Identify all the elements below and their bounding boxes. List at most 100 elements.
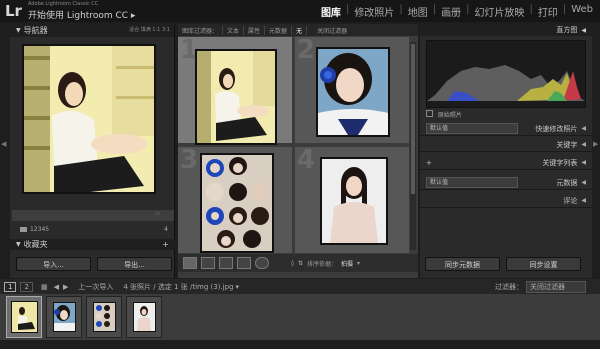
add-collection-icon[interactable]: + (162, 238, 175, 251)
collapse-triangle-icon: ◀ (581, 197, 586, 204)
metadata-row[interactable]: 默认值 元数据 ◀ (420, 176, 592, 190)
photo-thumbnail (93, 302, 116, 332)
module-map[interactable]: 地图 (403, 4, 433, 19)
histogram-label: 直方图 (556, 26, 578, 34)
collapse-triangle-icon: ▼ (16, 27, 21, 34)
module-develop[interactable]: 修改照片 (349, 4, 399, 19)
left-panel-toggle-icon[interactable]: ◀ (1, 140, 7, 150)
filmstrip-filter-label: 过滤器： (495, 282, 523, 291)
navigator-preview[interactable] (22, 44, 156, 194)
comments-row[interactable]: 评论 ◀ (420, 194, 592, 208)
comments-label: 评论 (563, 196, 578, 205)
collections-header[interactable]: ▼ 收藏夹 + (10, 239, 175, 250)
photo-thumbnail (11, 301, 38, 333)
metadata-preset-select[interactable]: 默认值 (426, 177, 518, 188)
identity-plate-arrow-icon: ▸ (130, 11, 136, 21)
add-keyword-icon[interactable]: + (426, 159, 432, 167)
original-photo-checkbox[interactable] (426, 110, 433, 117)
keywording-row[interactable]: 关键字 ◀ (420, 138, 592, 152)
sync-settings-button[interactable]: 同步设置 (506, 257, 581, 271)
toolbar-menu-icon[interactable]: ▾ (357, 260, 360, 267)
collections-label: 收藏夹 (23, 240, 48, 249)
back-arrow-icon[interactable]: ◀ (54, 283, 59, 291)
photo-thumbnail[interactable] (195, 49, 277, 145)
metadata-label: 元数据 (556, 178, 578, 187)
filmstrip-thumb-3[interactable] (86, 296, 122, 338)
app-subtitle: Adobe Lightroom Classic CC (28, 1, 99, 7)
filmstrip-filename: timg (3).jpg (192, 282, 234, 291)
grid-cell-3[interactable]: 3 (178, 145, 292, 253)
thumbnail-grid: 1 2 3 4 (178, 35, 414, 253)
filter-preset-select[interactable]: 关闭过滤器 (313, 26, 351, 35)
sort-label: 排序依据： (307, 260, 338, 268)
filmstrip-count: 4 张照片 / 选定 1 张 / (123, 282, 193, 291)
quick-develop-preset-select[interactable]: 默认值 (426, 123, 518, 134)
photo-thumbnail[interactable] (316, 47, 390, 137)
identity-plate-title[interactable]: 开始使用 Lightroom CC ▸ (28, 8, 135, 21)
filmstrip-filter-select[interactable]: 关闭过滤器 (526, 280, 586, 293)
collapse-triangle-icon: ◀ (581, 179, 586, 186)
sort-direction-icon[interactable]: ⇅ (298, 260, 303, 267)
painter-icon[interactable]: ◊ (291, 260, 294, 267)
grid-scrollbar[interactable] (410, 42, 416, 250)
module-slideshow[interactable]: 幻灯片放映 (469, 4, 529, 19)
quick-develop-row[interactable]: 默认值 快速修改照片 ◀ (420, 122, 592, 136)
grid-cell-1[interactable]: 1 (178, 35, 292, 145)
original-photo-row[interactable]: 原始照片 (426, 110, 586, 120)
module-book[interactable]: 画册 (436, 4, 466, 19)
compare-view-icon[interactable] (219, 257, 233, 269)
people-view-icon[interactable] (255, 257, 269, 269)
collapse-triangle-icon: ◀ (581, 125, 586, 132)
grid-cell-4[interactable]: 4 (295, 145, 409, 253)
histogram-header[interactable]: 直方图 ◀ (420, 24, 592, 36)
filename-dropdown-icon[interactable]: ▾ (235, 283, 239, 291)
photo-thumbnail[interactable] (320, 157, 388, 245)
filmstrip-header: 1 2 ▦ ◀ ▶ 上一次导入 4 张照片 / 选定 1 张 / timg (3… (0, 279, 600, 294)
export-button[interactable]: 导出... (97, 257, 172, 271)
loupe-view-icon[interactable] (201, 257, 215, 269)
photo-thumbnail (53, 302, 76, 332)
module-web[interactable]: Web (566, 4, 598, 19)
folder-row[interactable]: 12345 4 (12, 224, 174, 235)
keywording-label: 关键字 (556, 140, 578, 149)
filter-none[interactable]: 无 (292, 25, 308, 35)
module-library[interactable]: 图库 (316, 4, 346, 19)
navigator-zoom-options[interactable]: 适合 填满 1:1 3:1 (129, 24, 174, 37)
keyword-list-row[interactable]: + 关键字列表 ◀ (420, 156, 592, 170)
catalog-highlight-text (12, 212, 18, 219)
quick-develop-label: 快速修改照片 (535, 124, 578, 133)
filmstrip (0, 294, 600, 340)
filter-attribute[interactable]: 属性 (244, 25, 266, 35)
cell-index: 2 (297, 35, 316, 65)
survey-view-icon[interactable] (237, 257, 251, 269)
filmstrip-thumb-2[interactable] (46, 296, 82, 338)
folder-name: 12345 (30, 226, 50, 233)
catalog-highlight-row[interactable]: ▭ (12, 210, 174, 221)
sort-select[interactable]: 拍摄 (341, 259, 353, 268)
photo-thumbnail[interactable] (200, 153, 274, 253)
grid-toolbar: ◊ ⇅ 排序依据： 拍摄 ▾ (178, 254, 418, 272)
grid-cell-2[interactable]: 2 (295, 35, 409, 143)
import-button[interactable]: 导入... (16, 257, 91, 271)
collapse-triangle-icon: ◀ (581, 141, 586, 148)
right-panel-toggle-icon[interactable]: ▶ (593, 140, 599, 150)
filmstrip-thumb-1[interactable] (6, 296, 42, 338)
grid-mini-icon[interactable]: ▦ (41, 283, 48, 291)
cell-index: 3 (180, 145, 199, 175)
sync-metadata-button[interactable]: 同步元数据 (425, 257, 500, 271)
filmstrip-thumb-4[interactable] (126, 296, 162, 338)
filmstrip-source[interactable]: 上一次导入 (78, 282, 113, 292)
filter-metadata[interactable]: 元数据 (265, 25, 293, 35)
grid-view-icon[interactable] (183, 257, 197, 269)
page-1-button[interactable]: 1 (4, 281, 17, 292)
forward-arrow-icon[interactable]: ▶ (63, 283, 68, 291)
collapse-triangle-icon: ◀ (581, 26, 586, 34)
identity-plate-text: 开始使用 Lightroom CC (28, 11, 129, 21)
histogram (426, 40, 586, 108)
module-print[interactable]: 打印 (533, 4, 563, 19)
cell-index: 4 (297, 145, 316, 175)
filter-text[interactable]: 文本 (223, 25, 245, 35)
navigator-header[interactable]: ▼ 导航器 适合 填满 1:1 3:1 (10, 24, 174, 37)
page-2-button[interactable]: 2 (20, 281, 33, 292)
grid-scrollbar-thumb[interactable] (411, 44, 415, 194)
